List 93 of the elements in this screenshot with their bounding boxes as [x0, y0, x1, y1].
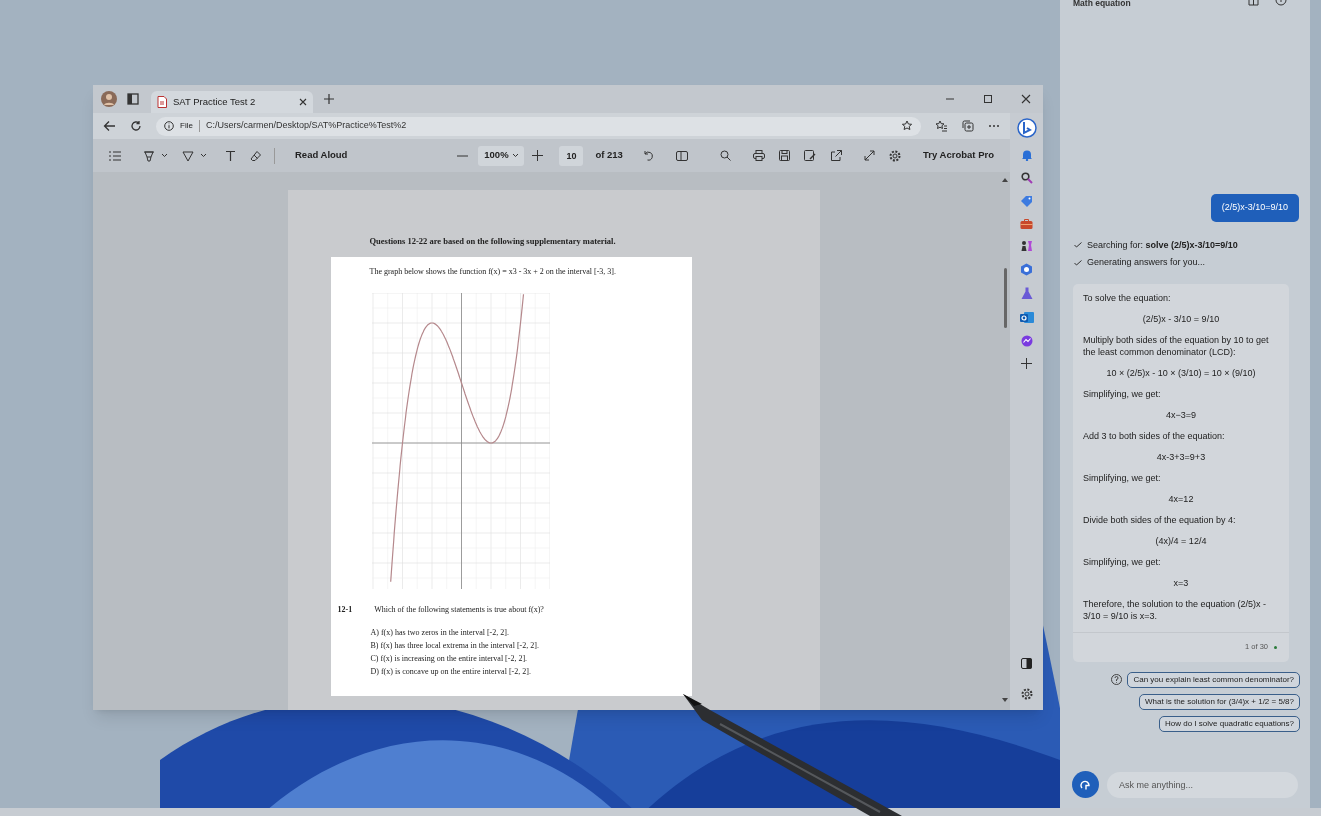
flask-icon[interactable] [1020, 287, 1033, 300]
caret-icon[interactable] [161, 153, 168, 158]
favorites-icon[interactable] [935, 120, 948, 132]
scrollbar-thumb[interactable] [1003, 268, 1007, 328]
print-icon[interactable] [753, 150, 766, 161]
answer-text: Multiply both sides of the equation by 10 to get the least common denominator (LCD): [1083, 333, 1270, 358]
fullscreen-icon[interactable] [864, 150, 876, 161]
equation-text: 4x−3=9 [1165, 408, 1197, 421]
info-icon[interactable] [164, 121, 174, 131]
pdf-heading: Questions 12-22 are based on the following supplementary material. [369, 235, 617, 248]
equation-text: (4x)/4 = 12/4 [1154, 534, 1208, 547]
back-icon[interactable] [103, 120, 116, 132]
address-bar[interactable]: File C:/Users/carmen/Desktop/SAT%Practice%Test%2 [156, 116, 921, 136]
settings-icon[interactable] [1020, 688, 1033, 700]
chat-input-field[interactable]: Ask me anything... [1107, 771, 1298, 798]
equation-text: (2/5)x - 3/10 = 9/10 [1141, 312, 1221, 325]
pdf-text: The graph below shows the function f(x) = x3 - 3x + 2 on the interval [-3, 3]. [369, 265, 618, 278]
help-icon[interactable] [1111, 674, 1123, 685]
equation-text: 4x=12 [1167, 492, 1195, 505]
eraser-icon[interactable] [250, 149, 262, 162]
save-icon[interactable] [779, 150, 791, 161]
status-text: Searching for: solve (2/5)x-3/10=9/10 [1087, 238, 1238, 252]
scroll-up-icon[interactable] [1002, 178, 1008, 182]
answer-option: B) f(x) has three local extrema in the interval [-2, 2]. [370, 638, 692, 652]
zoom-in-icon[interactable] [532, 150, 544, 161]
check-icon [1074, 242, 1082, 249]
close-icon[interactable] [1021, 94, 1031, 104]
maximize-icon[interactable] [983, 94, 993, 104]
suggestion-chip[interactable]: How do I solve quadratic equations? [1159, 715, 1300, 732]
briefcase-icon[interactable] [1020, 218, 1033, 229]
tab-actions-icon[interactable] [127, 93, 139, 105]
rotate-icon[interactable] [642, 150, 654, 161]
more-icon[interactable] [988, 124, 1000, 128]
split-view-icon[interactable] [1021, 658, 1032, 669]
answer-text: Divide both sides of the equation by 4: [1083, 513, 1237, 526]
bell-icon[interactable] [1020, 149, 1033, 161]
browser-tab[interactable]: SAT Practice Test 2 [151, 91, 313, 113]
answer-text: Therefore, the solution to the equation (2/5)x - 3/10 = 9/10 is x=3. [1083, 597, 1268, 622]
answer-text: Simplifying, we get: [1083, 387, 1162, 400]
messenger-icon[interactable] [1020, 335, 1033, 347]
address-text: C:/Users/carmen/Desktop/SAT%Practice%Test%2 [205, 119, 408, 133]
pdf-file-icon [157, 96, 167, 108]
question-number: 12-1 [337, 603, 353, 616]
status-text: Generating answers for you... [1087, 256, 1206, 269]
suggestion-chip[interactable]: What is the solution for (3/4)x + 1/2 = 5/8? [1139, 693, 1300, 710]
draw-icon[interactable] [182, 149, 194, 162]
answer-text: To solve the equation: [1083, 291, 1172, 304]
caret-icon[interactable] [200, 153, 207, 158]
collections-icon[interactable] [962, 120, 974, 132]
avatar-icon[interactable] [101, 91, 117, 107]
answer-option: D) f(x) is concave up on the entire interval [-2, 2]. [370, 664, 692, 678]
close-icon[interactable] [299, 98, 307, 106]
file-label: File [180, 120, 200, 132]
answer-text: Simplifying, we get: [1083, 471, 1162, 484]
user-message: (2/5)x-3/10=9/10 [1210, 194, 1299, 222]
suggestion-chip[interactable]: Can you explain least common denominator? [1127, 671, 1300, 688]
search-icon[interactable] [1020, 172, 1033, 184]
outlook-icon[interactable] [1019, 311, 1034, 324]
tab-title: SAT Practice Test 2 [173, 94, 257, 109]
new-topic-button[interactable] [1072, 771, 1099, 798]
scroll-down-icon[interactable] [1002, 698, 1008, 702]
read-aloud-button[interactable]: Read Aloud [295, 148, 348, 163]
chat-title: Math equation [1073, 0, 1132, 6]
try-acrobat-button[interactable]: Try Acrobat Pro [923, 148, 994, 163]
save-as-icon[interactable] [804, 150, 817, 161]
page-number-field[interactable]: 10 [559, 145, 584, 166]
settings-icon[interactable] [889, 149, 902, 162]
answer-text: Simplifying, we get: [1083, 555, 1162, 568]
check-icon [1074, 259, 1082, 266]
text-icon[interactable] [225, 149, 236, 162]
page-view-icon[interactable] [675, 150, 688, 161]
equation-text: x=3 [1172, 576, 1190, 589]
hexagon-logo-icon[interactable] [1020, 263, 1033, 276]
status-dot-icon [1274, 645, 1277, 649]
equation-text: 4x-3+3=9+3 [1155, 450, 1207, 463]
add-icon[interactable] [1021, 358, 1032, 369]
share-icon[interactable] [830, 150, 843, 161]
new-tab-icon[interactable] [323, 93, 335, 105]
refresh-icon[interactable] [130, 120, 142, 132]
page-count: of 213 [595, 148, 623, 163]
search-icon[interactable] [720, 150, 732, 161]
highlight-icon[interactable] [143, 149, 155, 162]
caret-icon [511, 153, 519, 158]
star-add-icon[interactable] [901, 120, 913, 132]
equation-text: 10 × (2/5)x - 10 × (3/10) = 10 × (9/10) [1105, 366, 1257, 379]
question-text: Which of the following statements is true about f(x)? [374, 603, 544, 616]
answer-text: Add 3 to both sides of the equation: [1083, 429, 1226, 442]
chess-pieces-icon[interactable] [1020, 240, 1033, 252]
answer-option: C) f(x) is increasing on the entire interval [-2, 2]. [370, 651, 692, 665]
zoom-dropdown[interactable]: 100% [478, 145, 525, 166]
chat-logo-icon[interactable] [1016, 118, 1037, 138]
answer-option: A) f(x) has two zeros in the interval [-2, 2]. [370, 625, 692, 639]
tag-icon[interactable] [1020, 195, 1033, 207]
